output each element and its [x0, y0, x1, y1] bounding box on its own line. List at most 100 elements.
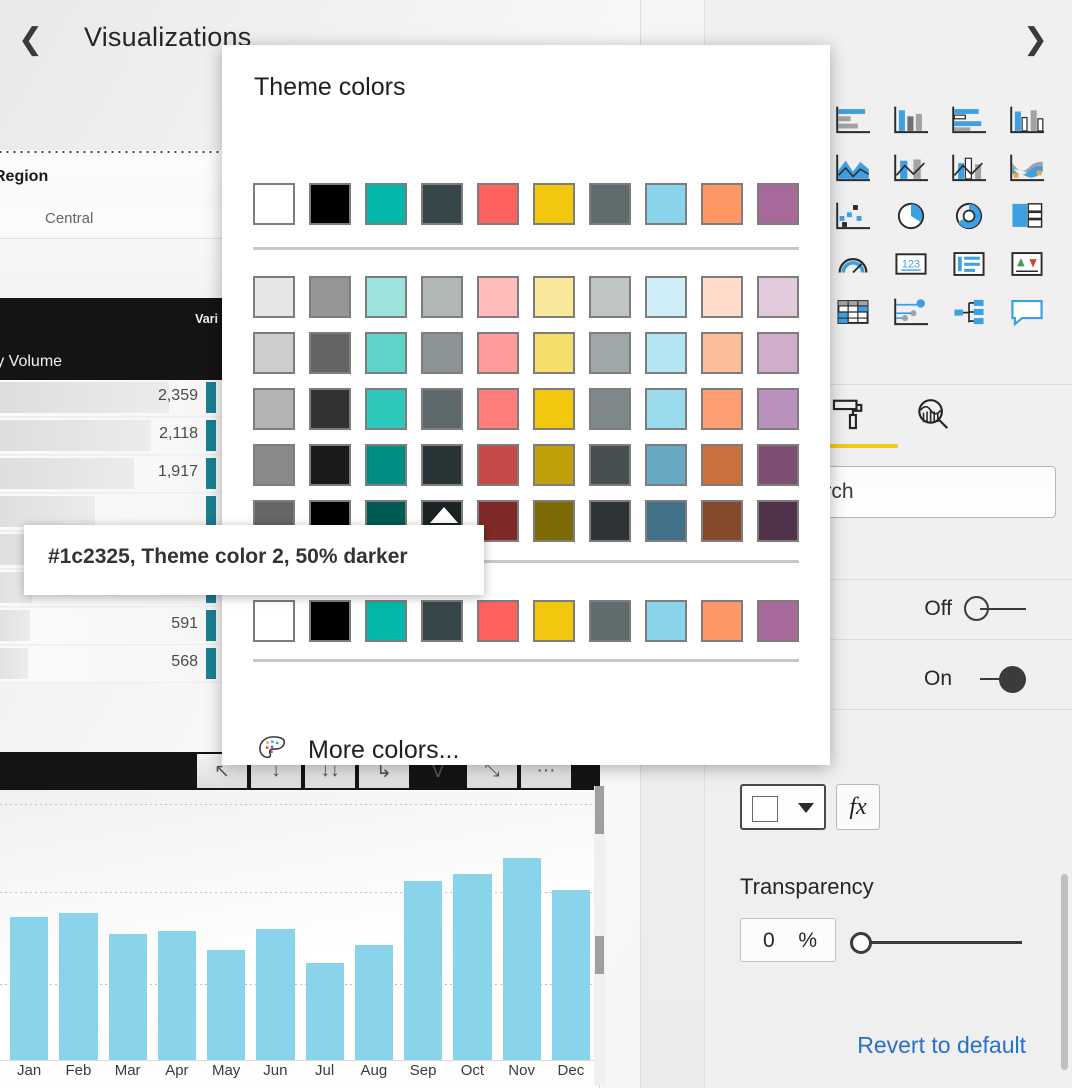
variant-swatch-3-4[interactable]	[477, 444, 519, 486]
recent-color-swatch-2[interactable]	[365, 600, 407, 642]
table-row[interactable]: 591	[0, 608, 224, 645]
theme-color-swatch-9[interactable]	[757, 183, 799, 225]
recent-color-swatch-1[interactable]	[309, 600, 351, 642]
variant-swatch-3-8[interactable]	[701, 444, 743, 486]
viz-type-treemap[interactable]	[998, 192, 1056, 240]
variant-swatch-2-3[interactable]	[421, 388, 463, 430]
color-dropdown-button[interactable]	[740, 784, 826, 830]
chart-bar[interactable]	[10, 917, 49, 1060]
variant-swatch-1-8[interactable]	[701, 332, 743, 374]
viz-type-gauge[interactable]	[824, 240, 882, 288]
variant-swatch-0-1[interactable]	[309, 276, 351, 318]
table-row[interactable]: 568	[0, 646, 224, 683]
toggle-switch-on[interactable]	[964, 666, 1026, 693]
variant-swatch-4-6[interactable]	[589, 500, 631, 542]
scrollbar-thumb[interactable]	[595, 936, 604, 974]
chart-bar[interactable]	[502, 857, 541, 1060]
chevron-right-icon[interactable]: ❯	[1023, 22, 1048, 57]
viz-type-area-chart[interactable]	[824, 144, 882, 192]
toggle-switch-off[interactable]	[964, 596, 1026, 622]
viz-type-stacked-column-chart[interactable]	[882, 96, 940, 144]
variant-swatch-0-7[interactable]	[645, 276, 687, 318]
theme-variant-row-0[interactable]	[253, 276, 813, 318]
chart-bar[interactable]	[354, 945, 393, 1060]
slicer-drag-handle[interactable]	[0, 150, 235, 154]
variant-swatch-2-5[interactable]	[533, 388, 575, 430]
variant-swatch-3-5[interactable]	[533, 444, 575, 486]
viz-type-ribbon-chart[interactable]	[998, 144, 1056, 192]
theme-variant-row-2[interactable]	[253, 388, 813, 430]
recent-color-swatch-4[interactable]	[477, 600, 519, 642]
variant-swatch-4-7[interactable]	[645, 500, 687, 542]
theme-color-swatch-5[interactable]	[533, 183, 575, 225]
table-row[interactable]: 2,359	[0, 380, 224, 417]
recent-color-swatch-0[interactable]	[253, 600, 295, 642]
variant-swatch-2-6[interactable]	[589, 388, 631, 430]
more-colors-button[interactable]: More colors...	[256, 733, 459, 767]
chart-bar[interactable]	[256, 928, 295, 1060]
variant-swatch-3-2[interactable]	[365, 444, 407, 486]
theme-color-swatch-1[interactable]	[309, 183, 351, 225]
viz-type-clustered-column-chart[interactable]	[998, 96, 1056, 144]
viz-type-pie-chart[interactable]	[882, 192, 940, 240]
viz-type-kpi[interactable]	[998, 240, 1056, 288]
variant-swatch-1-6[interactable]	[589, 332, 631, 374]
variant-swatch-1-2[interactable]	[365, 332, 407, 374]
viz-type-smart-narrative[interactable]	[998, 288, 1056, 336]
variant-swatch-1-9[interactable]	[757, 332, 799, 374]
theme-color-swatch-2[interactable]	[365, 183, 407, 225]
variant-swatch-3-3[interactable]	[421, 444, 463, 486]
variant-swatch-3-1[interactable]	[309, 444, 351, 486]
variant-swatch-2-1[interactable]	[309, 388, 351, 430]
chart-bar[interactable]	[59, 912, 98, 1060]
table-row[interactable]: 1,917	[0, 456, 224, 493]
inventory-table-visual[interactable]: Vari ory Volume 2,3592,1181,917599591568	[0, 298, 224, 718]
variant-swatch-2-0[interactable]	[253, 388, 295, 430]
recent-color-swatch-5[interactable]	[533, 600, 575, 642]
variant-swatch-0-8[interactable]	[701, 276, 743, 318]
viz-type-card[interactable]: 123	[882, 240, 940, 288]
variant-swatch-0-0[interactable]	[253, 276, 295, 318]
variant-swatch-0-3[interactable]	[421, 276, 463, 318]
chart-bar[interactable]	[404, 880, 443, 1060]
variant-swatch-1-3[interactable]	[421, 332, 463, 374]
chart-bar[interactable]	[157, 931, 196, 1060]
format-pane-scrollbar[interactable]	[1061, 874, 1068, 1070]
theme-color-swatch-6[interactable]	[589, 183, 631, 225]
theme-color-swatch-0[interactable]	[253, 183, 295, 225]
variant-swatch-1-4[interactable]	[477, 332, 519, 374]
chart-bar[interactable]	[551, 889, 590, 1060]
conditional-formatting-fx-button[interactable]: fx	[836, 784, 880, 830]
variant-swatch-0-2[interactable]	[365, 276, 407, 318]
tab-analytics[interactable]	[900, 392, 966, 438]
viz-type-decomposition-tree[interactable]	[940, 288, 998, 336]
recent-colors-row[interactable]	[253, 600, 813, 642]
theme-color-swatch-8[interactable]	[701, 183, 743, 225]
visualization-type-grid[interactable]: 123	[824, 96, 1056, 336]
table-row[interactable]: 2,118	[0, 418, 224, 455]
variant-swatch-0-9[interactable]	[757, 276, 799, 318]
variant-swatch-0-6[interactable]	[589, 276, 631, 318]
variant-swatch-2-4[interactable]	[477, 388, 519, 430]
viz-type-multi-row-card[interactable]	[940, 240, 998, 288]
variant-swatch-0-4[interactable]	[477, 276, 519, 318]
viz-type-donut-chart[interactable]	[940, 192, 998, 240]
variant-swatch-0-5[interactable]	[533, 276, 575, 318]
viz-type-table[interactable]	[824, 288, 882, 336]
variant-swatch-2-2[interactable]	[365, 388, 407, 430]
variant-swatch-1-5[interactable]	[533, 332, 575, 374]
recent-color-swatch-3[interactable]	[421, 600, 463, 642]
recent-color-swatch-6[interactable]	[589, 600, 631, 642]
transparency-input[interactable]: 0 %	[740, 918, 836, 962]
chart-bar[interactable]	[108, 933, 147, 1060]
theme-color-swatch-4[interactable]	[477, 183, 519, 225]
variant-swatch-4-8[interactable]	[701, 500, 743, 542]
recent-color-swatch-8[interactable]	[701, 600, 743, 642]
variant-swatch-3-6[interactable]	[589, 444, 631, 486]
canvas-scrollbar[interactable]	[594, 786, 605, 1086]
variant-swatch-4-5[interactable]	[533, 500, 575, 542]
variant-swatch-1-7[interactable]	[645, 332, 687, 374]
variant-swatch-2-9[interactable]	[757, 388, 799, 430]
viz-type-line-and-clustered-column-chart[interactable]	[940, 144, 998, 192]
viz-type-clustered-bar-chart[interactable]	[940, 96, 998, 144]
